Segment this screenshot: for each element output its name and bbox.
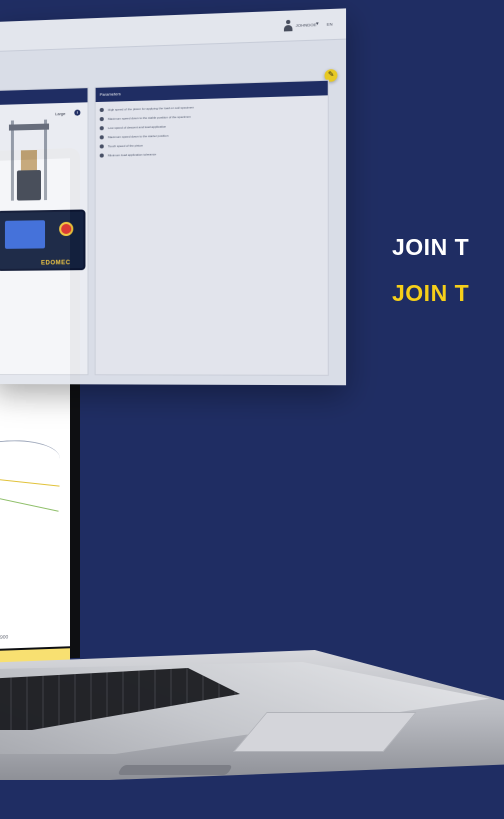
chart-series-line [0,489,59,512]
controller-screen [4,220,46,249]
load-frame-image [8,119,50,211]
param-bullet-icon [99,107,104,112]
param-bullet-icon [99,152,104,158]
equipment-card-header [0,88,88,105]
language-selector[interactable]: EN [327,21,333,26]
controller-image: EDOMEC [0,209,86,271]
equipment-size-label: Large [55,110,66,117]
brand-label: EDOMEC [40,260,71,267]
user-name[interactable]: JOHNDOE [296,22,317,28]
x-tick-label: 900 [0,634,9,641]
param-label: High speed of the piston for applying th… [107,104,194,112]
param-label: Touch speed of the piston [107,142,143,148]
chart-area: 800 900 [0,409,60,641]
pencil-icon: ✎ [327,71,335,79]
param-label: Low speed of descent and load applicatio… [107,123,167,130]
emergency-stop-icon [59,221,74,237]
app-window: JOHNDOE ▾ EN ✎ Large i EDOMEC Parameters… [0,8,347,386]
user-icon[interactable] [284,20,293,33]
param-label: Maximum speed down to the starter positi… [107,133,169,139]
headline-secondary: JOIN T [392,280,470,306]
param-label: Maximum speed down to the stable positio… [107,114,191,121]
app-topbar: JOHNDOE ▾ EN [0,8,347,53]
param-bullet-icon [99,134,104,139]
chevron-down-icon[interactable]: ▾ [316,21,319,27]
parameters-card: Parameters High speed of the piston for … [94,79,329,376]
laptop-notch [117,765,233,775]
param-bullet-icon [99,116,104,121]
headline-primary: JOIN T [392,234,470,260]
chart-curve [0,438,60,483]
param-label: Minimum load application tolerance [107,151,157,157]
info-icon[interactable]: i [74,109,81,116]
equipment-card: Large i EDOMEC [0,87,89,376]
param-bullet-icon [99,143,104,148]
param-bullet-icon [99,125,104,130]
